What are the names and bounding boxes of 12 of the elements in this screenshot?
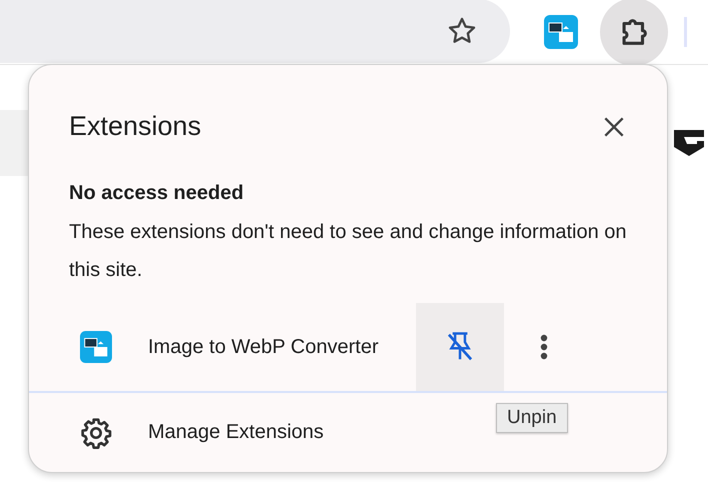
unpin-icon	[445, 331, 475, 363]
popup-title: Extensions	[69, 111, 202, 142]
pin-button[interactable]	[416, 303, 504, 391]
gear-icon	[80, 416, 112, 448]
section-heading: No access needed	[69, 182, 245, 205]
extension-name: Image to WebP Converter	[148, 336, 380, 358]
more-button[interactable]	[540, 334, 548, 360]
extension-icon	[80, 331, 112, 363]
tooltip: Unpin	[496, 403, 568, 433]
extension-icon[interactable]	[544, 15, 578, 49]
more-icon	[540, 334, 548, 360]
section-description: These extensions don't need to see and change information on this site.	[69, 220, 628, 283]
